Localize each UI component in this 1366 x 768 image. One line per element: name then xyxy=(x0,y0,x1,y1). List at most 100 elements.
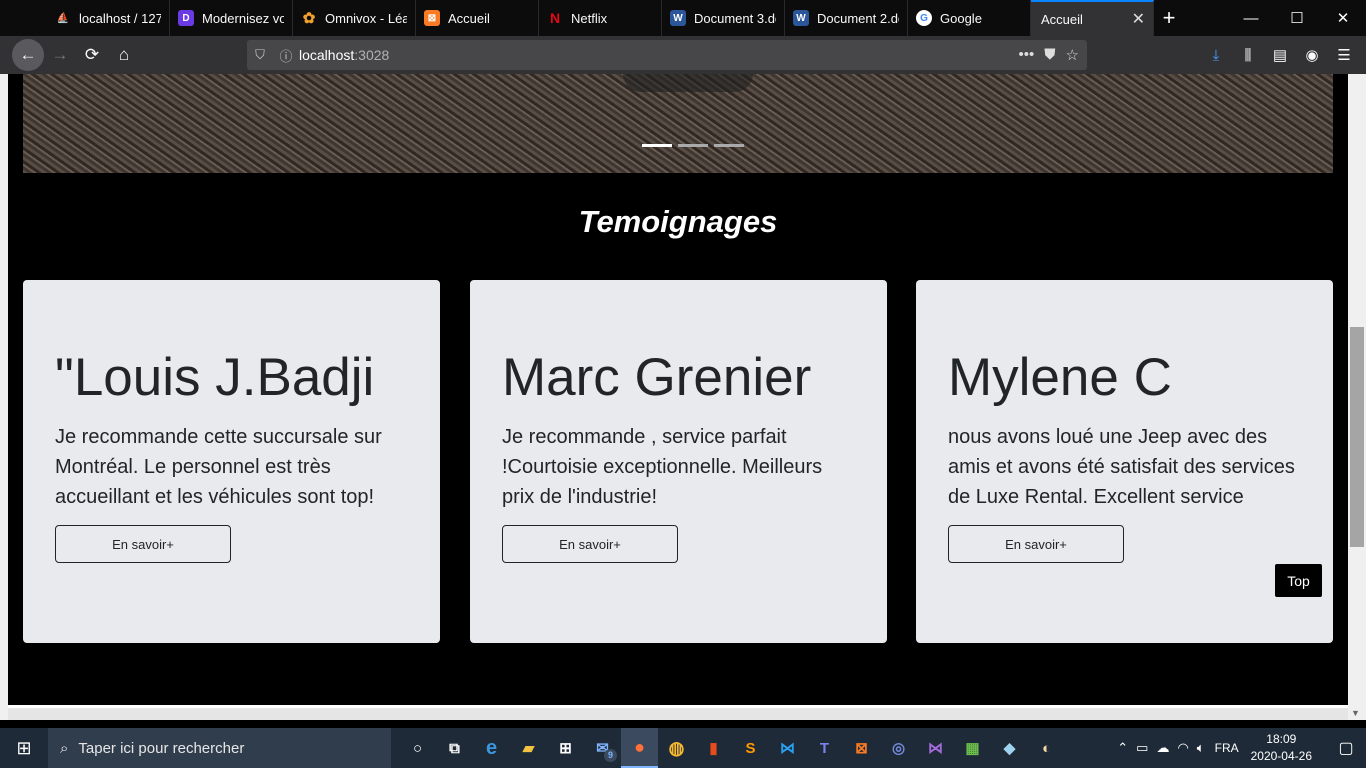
phpmyadmin-icon: ⛵ xyxy=(56,12,70,24)
testimonial-name: Marc Grenier xyxy=(502,348,812,407)
bookmark-star-icon[interactable]: ☆ xyxy=(1066,46,1079,64)
sublime-text-icon[interactable]: S xyxy=(732,728,769,768)
testimonial-card: "Louis J.Badji Je recommande cette succu… xyxy=(23,280,440,643)
learn-more-button[interactable]: En savoir+ xyxy=(948,525,1124,563)
tab-phpmyadmin[interactable]: ⛵ localhost / 127. xyxy=(47,0,170,36)
tab-google[interactable]: G Google xyxy=(908,0,1031,36)
testimonial-name: Mylene C xyxy=(948,348,1172,407)
carousel-indicator-3[interactable] xyxy=(714,144,744,147)
carousel-image xyxy=(23,74,1333,173)
close-window-button[interactable]: ✕ xyxy=(1320,0,1366,36)
new-tab-button[interactable]: + xyxy=(1154,0,1184,36)
horizontal-scrollbar[interactable] xyxy=(8,708,1348,720)
learn-more-button[interactable]: En savoir+ xyxy=(55,525,231,563)
menu-icon[interactable]: ☰ xyxy=(1330,46,1358,64)
taskbar: ⊞ ⌕ Taper ici pour rechercher ○ ⧉ e ▰ ⊞ … xyxy=(0,728,1366,768)
toolbar-right: ⤓ ⫼ ▤ ◉ ☰ xyxy=(1202,36,1358,74)
cloud-icon[interactable]: ☁ xyxy=(1156,740,1169,756)
sheet-app-icon[interactable]: ▦ xyxy=(954,728,991,768)
library-icon[interactable]: ⫼ xyxy=(1234,47,1262,64)
volume-icon[interactable]: 🔈︎ xyxy=(1197,740,1205,756)
tab-document-2[interactable]: W Document 2.do xyxy=(785,0,908,36)
scroll-down-arrow-icon[interactable]: ▼ xyxy=(1351,708,1360,718)
language-indicator[interactable]: FRA xyxy=(1215,741,1239,755)
scrollbar-thumb[interactable] xyxy=(1350,327,1364,547)
testimonial-card: Marc Grenier Je recommande , service par… xyxy=(470,280,887,643)
section-title: Temoignages xyxy=(578,204,778,239)
clock[interactable]: 18:09 2020-04-26 xyxy=(1251,731,1312,765)
store-icon[interactable]: ⊞ xyxy=(547,728,584,768)
taskbar-search[interactable]: ⌕ Taper ici pour rechercher xyxy=(48,728,391,768)
learn-more-button[interactable]: En savoir+ xyxy=(502,525,678,563)
back-arrow-icon[interactable]: ← xyxy=(12,39,44,71)
tab-title: Google xyxy=(940,10,982,26)
xampp-icon: ⊠ xyxy=(424,10,440,26)
mail-icon[interactable]: ✉ 9 xyxy=(584,728,621,768)
vscode-icon[interactable]: ⋈ xyxy=(769,728,806,768)
d-logo-icon: D xyxy=(178,10,194,26)
tab-title: Accueil xyxy=(1041,11,1083,27)
url-port: :3028 xyxy=(354,47,390,63)
tray-icons: ⌃ ▭ ☁ ◠ 🔈︎ xyxy=(1117,740,1204,756)
url-host: localhost xyxy=(299,47,355,63)
cortana-icon[interactable]: ○ xyxy=(399,728,436,768)
wifi-icon[interactable]: ◠ xyxy=(1177,740,1188,756)
paint-app-icon[interactable]: ◐ xyxy=(1028,728,1065,768)
minimize-button[interactable]: — xyxy=(1228,0,1274,36)
reload-icon[interactable]: ⟳ xyxy=(76,39,108,71)
forward-arrow-icon[interactable]: → xyxy=(44,39,76,71)
testimonial-name: "Louis J.Badji xyxy=(55,348,375,407)
firefox-icon[interactable]: ● xyxy=(621,728,658,768)
netflix-icon: N xyxy=(549,10,561,26)
tab-netflix[interactable]: N Netflix xyxy=(539,0,662,36)
battery-icon[interactable]: ▭ xyxy=(1136,740,1148,756)
clock-time: 18:09 xyxy=(1266,732,1297,746)
file-explorer-icon[interactable]: ▰ xyxy=(510,728,547,768)
maximize-button[interactable]: ☐ xyxy=(1274,0,1320,36)
taskbar-apps: ○ ⧉ e ▰ ⊞ ✉ 9 ● ◍ ▮ S ⋈ T ⊠ ◎ ⋈ ▦ ◆ ◐ xyxy=(399,728,1065,768)
testimonial-text: nous avons loué une Jeep avec des amis e… xyxy=(948,426,1295,508)
pocket-icon[interactable]: ⛊ xyxy=(1044,46,1055,64)
tab-title: Accueil xyxy=(448,10,490,26)
more-actions-icon[interactable]: ••• xyxy=(1019,46,1035,64)
tab-title: Document 3.do xyxy=(694,10,776,26)
home-icon[interactable]: ⌂ xyxy=(108,39,140,71)
xampp-icon[interactable]: ⊠ xyxy=(843,728,880,768)
carousel-indicators xyxy=(642,144,744,147)
info-icon[interactable]: ⓘ xyxy=(273,46,299,65)
tab-accueil-active[interactable]: Accueil ✕ xyxy=(1031,0,1154,36)
vpn-icon[interactable]: ◍ xyxy=(658,728,695,768)
download-icon[interactable]: ⤓ xyxy=(1202,47,1230,64)
back-to-top-button[interactable]: Top xyxy=(1275,564,1322,597)
carousel-indicator-2[interactable] xyxy=(678,144,708,147)
testimonial-text: Je recommande , service parfait !Courtoi… xyxy=(502,426,823,508)
page-left-edge xyxy=(0,74,8,720)
tab-modernisez[interactable]: D Modernisez vo xyxy=(170,0,293,36)
notes-app-icon[interactable]: ◆ xyxy=(991,728,1028,768)
close-tab-icon[interactable]: ✕ xyxy=(1132,9,1145,29)
tab-accueil-xampp[interactable]: ⊠ Accueil xyxy=(416,0,539,36)
vertical-scrollbar[interactable]: ▼ xyxy=(1348,74,1366,720)
tab-title: Modernisez vo xyxy=(202,10,284,26)
shield-icon[interactable]: ⛉ xyxy=(247,47,273,63)
windows-start-icon[interactable]: ⊞ xyxy=(0,728,48,768)
discord-icon[interactable]: ◎ xyxy=(880,728,917,768)
word-icon: W xyxy=(793,10,809,26)
car-shadow xyxy=(623,74,753,92)
tab-bar: ⛵ localhost / 127. D Modernisez vo ✿ Omn… xyxy=(0,0,1366,36)
word-icon: W xyxy=(670,10,686,26)
task-view-icon[interactable]: ⧉ xyxy=(436,728,473,768)
tab-document-3[interactable]: W Document 3.do xyxy=(662,0,785,36)
notification-icon[interactable]: ▢ xyxy=(1326,738,1366,758)
visual-studio-icon[interactable]: ⋈ xyxy=(917,728,954,768)
url-bar[interactable]: ⛉ ⓘ localhost:3028 ••• ⛊ ☆ xyxy=(247,40,1087,70)
tab-title: Omnivox - Léa xyxy=(325,10,407,26)
office-icon[interactable]: ▮ xyxy=(695,728,732,768)
sidebar-icon[interactable]: ▤ xyxy=(1266,46,1294,64)
tab-omnivox[interactable]: ✿ Omnivox - Léa xyxy=(293,0,416,36)
edge-icon[interactable]: e xyxy=(473,728,510,768)
chevron-up-icon[interactable]: ⌃ xyxy=(1117,740,1128,756)
carousel-indicator-1[interactable] xyxy=(642,144,672,147)
teams-icon[interactable]: T xyxy=(806,728,843,768)
account-icon[interactable]: ◉ xyxy=(1298,46,1326,64)
